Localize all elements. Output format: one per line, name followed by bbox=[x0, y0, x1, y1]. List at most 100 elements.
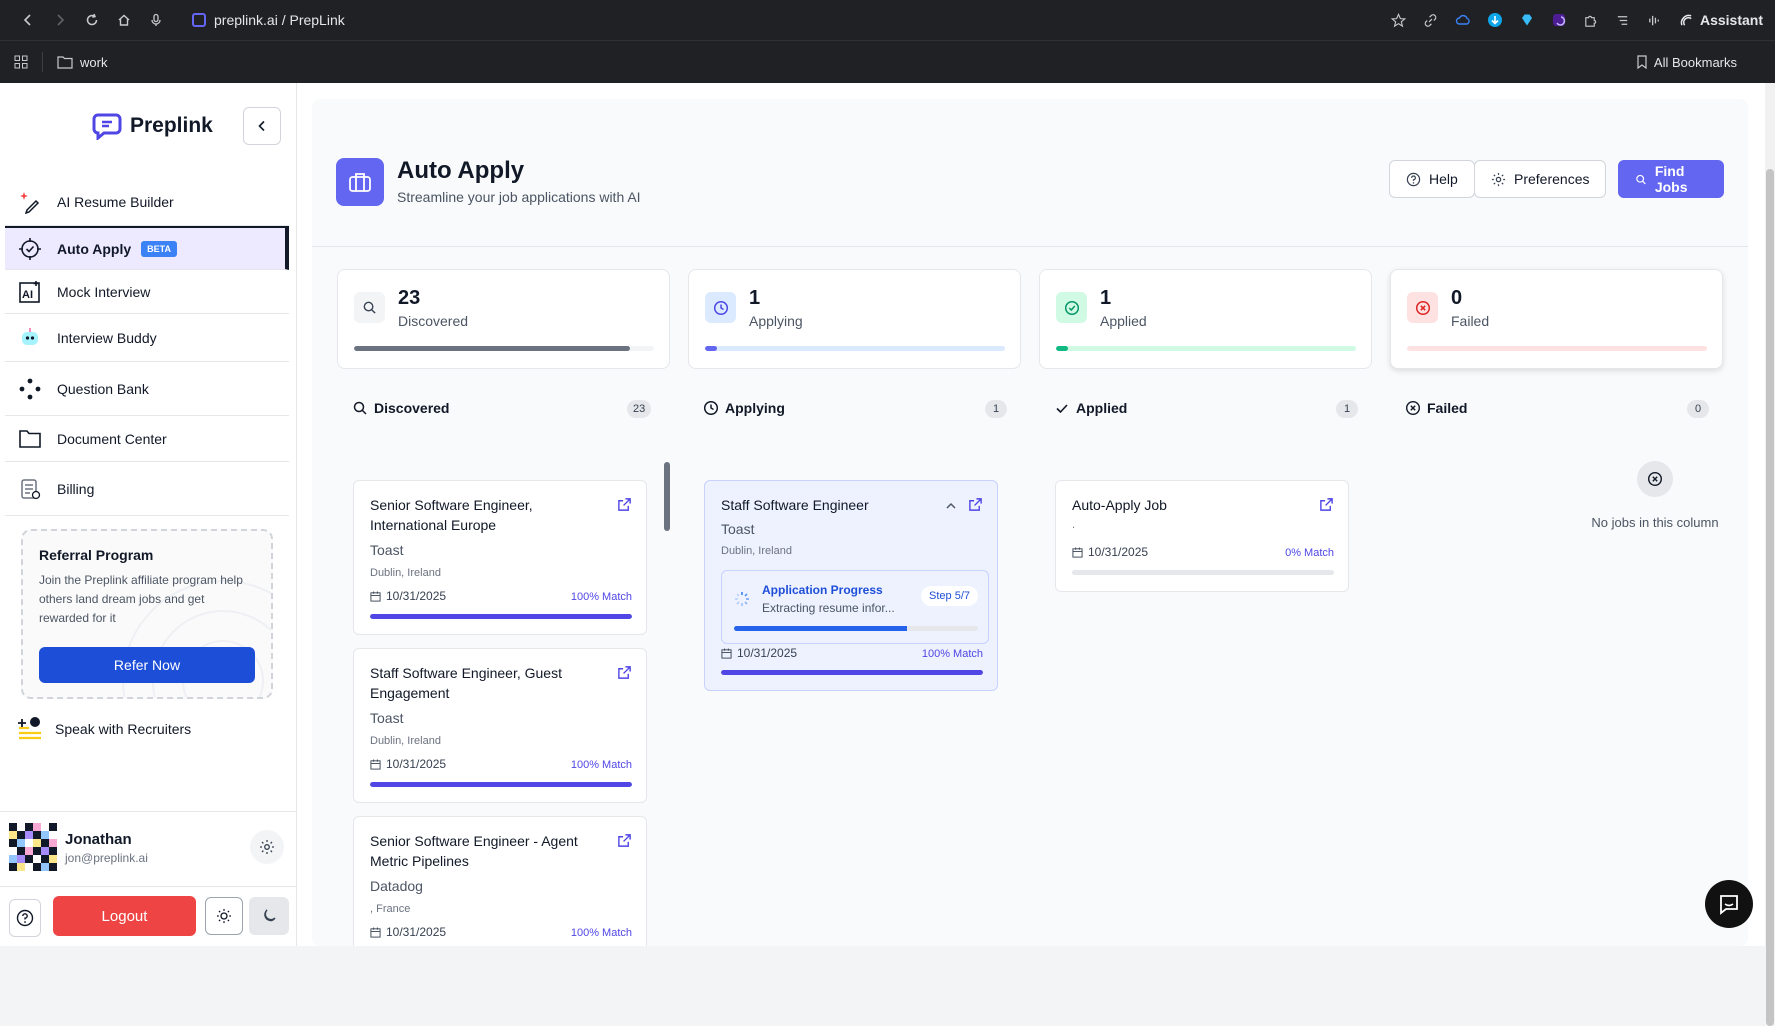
beta-badge: BETA bbox=[141, 240, 177, 257]
job-card[interactable]: Senior Software Engineer, International … bbox=[353, 480, 647, 635]
sidebar-item-label: Document Center bbox=[57, 430, 167, 447]
job-company: Toast bbox=[370, 542, 404, 558]
stat-card-failed: 0 Failed bbox=[1390, 269, 1723, 369]
sidebar-item-question-bank[interactable]: Question Bank bbox=[5, 362, 289, 416]
external-link-icon[interactable] bbox=[968, 497, 983, 512]
avatar[interactable] bbox=[9, 823, 57, 871]
star-bookmark-icon[interactable] bbox=[1385, 6, 1413, 34]
support-chat-button[interactable] bbox=[1705, 880, 1753, 928]
page-scrollbar-thumb[interactable] bbox=[1766, 169, 1774, 1026]
page-title: Auto Apply bbox=[397, 157, 525, 184]
ai-chip-icon: AI bbox=[17, 279, 43, 305]
download-extension-icon[interactable] bbox=[1481, 6, 1509, 34]
job-company: Toast bbox=[721, 521, 755, 537]
job-date: 10/31/2025 bbox=[370, 589, 446, 603]
job-title: Senior Software Engineer, International … bbox=[370, 497, 533, 533]
chat-icon bbox=[1720, 895, 1738, 915]
help-header-button[interactable]: Help bbox=[1389, 160, 1475, 198]
stat-progress-bar bbox=[705, 346, 1005, 351]
stat-value: 1 bbox=[1100, 287, 1112, 309]
external-link-icon[interactable] bbox=[1319, 497, 1334, 512]
back-icon[interactable] bbox=[12, 6, 44, 34]
question-circle-icon bbox=[16, 909, 34, 927]
sidebar: Preplink AI Resume Builder Auto Apply BE… bbox=[0, 83, 297, 946]
purple-extension-icon[interactable] bbox=[1545, 6, 1573, 34]
bookmark-folder-work[interactable]: work bbox=[57, 55, 107, 70]
sidebar-item-document-center[interactable]: Document Center bbox=[5, 416, 289, 462]
gem-extension-icon[interactable] bbox=[1513, 6, 1541, 34]
page-subtitle: Streamline your job applications with AI bbox=[397, 189, 641, 205]
help-button[interactable] bbox=[9, 899, 41, 937]
user-email: jon@preplink.ai bbox=[65, 851, 148, 865]
failed-empty-state: No jobs in this column bbox=[1532, 461, 1775, 561]
sidebar-item-label: Question Bank bbox=[57, 380, 149, 397]
sidebar-item-billing[interactable]: Billing bbox=[5, 462, 289, 516]
apps-grid-icon[interactable] bbox=[14, 55, 28, 69]
job-match: 0% Match bbox=[1285, 547, 1334, 559]
search-icon bbox=[1636, 174, 1646, 184]
sidebar-item-speak-with-recruiters[interactable]: Speak with Recruiters bbox=[17, 716, 191, 742]
stat-value: 23 bbox=[398, 287, 421, 309]
match-bar bbox=[721, 670, 983, 675]
cloud-extension-icon[interactable] bbox=[1449, 6, 1477, 34]
chevron-left-icon bbox=[258, 120, 265, 132]
job-company: Datadog bbox=[370, 878, 423, 894]
user-settings-button[interactable] bbox=[250, 830, 284, 864]
clock-icon bbox=[703, 400, 719, 416]
sidebar-footer: Logout bbox=[0, 886, 296, 947]
dark-theme-button[interactable] bbox=[249, 897, 289, 935]
external-link-icon[interactable] bbox=[617, 833, 632, 848]
question-circle-icon bbox=[1406, 172, 1421, 186]
bookmark-folder-label: work bbox=[80, 54, 108, 70]
job-card-applying[interactable]: Staff Software Engineer Toast Dublin, Ir… bbox=[704, 480, 998, 691]
reading-list-icon[interactable] bbox=[1609, 6, 1637, 34]
light-theme-button[interactable] bbox=[205, 897, 243, 935]
sidebar-item-mock-interview[interactable]: AI Mock Interview bbox=[5, 270, 289, 314]
match-bar bbox=[370, 614, 632, 619]
sidebar-item-ai-resume-builder[interactable]: AI Resume Builder bbox=[5, 178, 289, 226]
refer-now-button[interactable]: Refer Now bbox=[39, 647, 255, 683]
stat-card-applying: 1 Applying bbox=[688, 269, 1021, 369]
url-field[interactable]: preplink.ai / PrepLink bbox=[192, 12, 345, 28]
svg-text:AI: AI bbox=[22, 289, 33, 301]
link-icon[interactable] bbox=[1417, 6, 1445, 34]
user-panel: Jonathan jon@preplink.ai Logout bbox=[0, 811, 296, 946]
check-icon bbox=[1056, 404, 1068, 414]
job-card-applied[interactable]: Auto-Apply Job . 10/31/2025 0% Match bbox=[1055, 480, 1349, 592]
discovered-column-scrollbar[interactable] bbox=[664, 462, 670, 531]
sidebar-item-interview-buddy[interactable]: Interview Buddy bbox=[5, 314, 289, 362]
external-link-icon[interactable] bbox=[617, 497, 632, 512]
briefcase-icon bbox=[336, 158, 384, 206]
assistant-button[interactable]: Assistant bbox=[1679, 12, 1763, 28]
stat-progress-bar bbox=[354, 346, 654, 351]
preplink-logo[interactable]: Preplink bbox=[92, 112, 213, 140]
column-title: Applied bbox=[1076, 400, 1128, 416]
audio-waveform-icon[interactable] bbox=[1641, 6, 1669, 34]
sidebar-item-auto-apply[interactable]: Auto Apply BETA bbox=[5, 226, 289, 270]
stat-label: Discovered bbox=[398, 313, 469, 329]
header-divider bbox=[312, 246, 1748, 247]
microphone-icon[interactable] bbox=[140, 6, 172, 34]
puzzle-extensions-icon[interactable] bbox=[1577, 6, 1605, 34]
logout-button[interactable]: Logout bbox=[53, 896, 196, 936]
find-jobs-button[interactable]: Find Jobs bbox=[1618, 160, 1724, 198]
home-icon[interactable] bbox=[108, 6, 140, 34]
chevron-up-icon[interactable] bbox=[945, 501, 957, 511]
preferences-button[interactable]: Preferences bbox=[1474, 160, 1607, 198]
column-header-applying: Applying bbox=[703, 396, 785, 420]
search-icon bbox=[354, 292, 385, 323]
reload-icon[interactable] bbox=[76, 6, 108, 34]
job-card[interactable]: Senior Software Engineer - Agent Metric … bbox=[353, 816, 647, 946]
external-link-icon[interactable] bbox=[617, 665, 632, 680]
column-count-badge: 23 bbox=[627, 400, 652, 418]
job-date-text: 10/31/2025 bbox=[386, 589, 447, 603]
job-company: . bbox=[1072, 519, 1076, 531]
collapse-sidebar-button[interactable] bbox=[243, 107, 281, 145]
forward-icon[interactable] bbox=[44, 6, 76, 34]
job-date-text: 10/31/2025 bbox=[386, 925, 447, 939]
job-card[interactable]: Staff Software Engineer, Guest Engagemen… bbox=[353, 648, 647, 803]
job-title: Staff Software Engineer bbox=[721, 497, 869, 513]
bookmarks-divider bbox=[42, 52, 43, 72]
spinner-icon bbox=[734, 591, 750, 607]
all-bookmarks-button[interactable]: All Bookmarks bbox=[1636, 55, 1737, 70]
